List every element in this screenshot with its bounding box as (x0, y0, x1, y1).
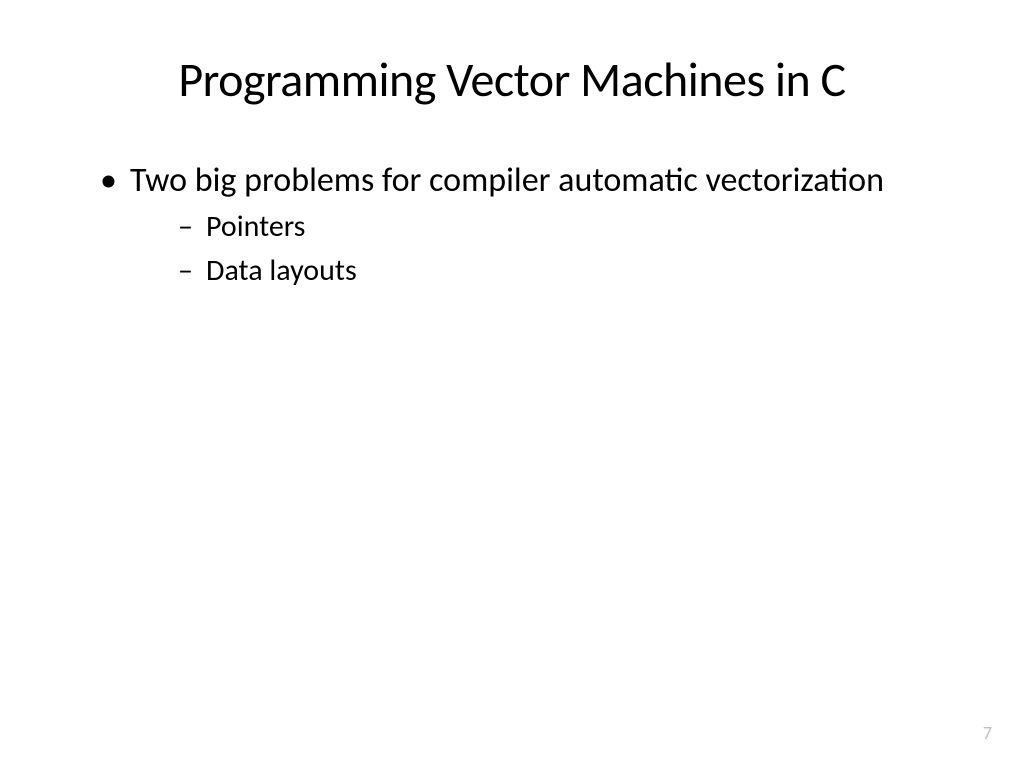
page-number: 7 (983, 722, 992, 744)
slide-title: Programming Vector Machines in C (65, 50, 959, 109)
slide: Programming Vector Machines in C Two big… (0, 0, 1024, 768)
slide-content: Two big problems for compiler automatic … (65, 159, 959, 292)
bullet-item: Two big problems for compiler automatic … (100, 159, 959, 292)
bullet-text: Two big problems for compiler automatic … (130, 160, 884, 201)
sub-bullet-item: Data layouts (178, 249, 959, 293)
sub-bullet-item: Pointers (178, 205, 959, 249)
sub-bullet-text: Data layouts (206, 252, 357, 289)
sub-bullet-text: Pointers (206, 208, 305, 245)
sub-bullet-list: Pointers Data layouts (130, 205, 959, 292)
